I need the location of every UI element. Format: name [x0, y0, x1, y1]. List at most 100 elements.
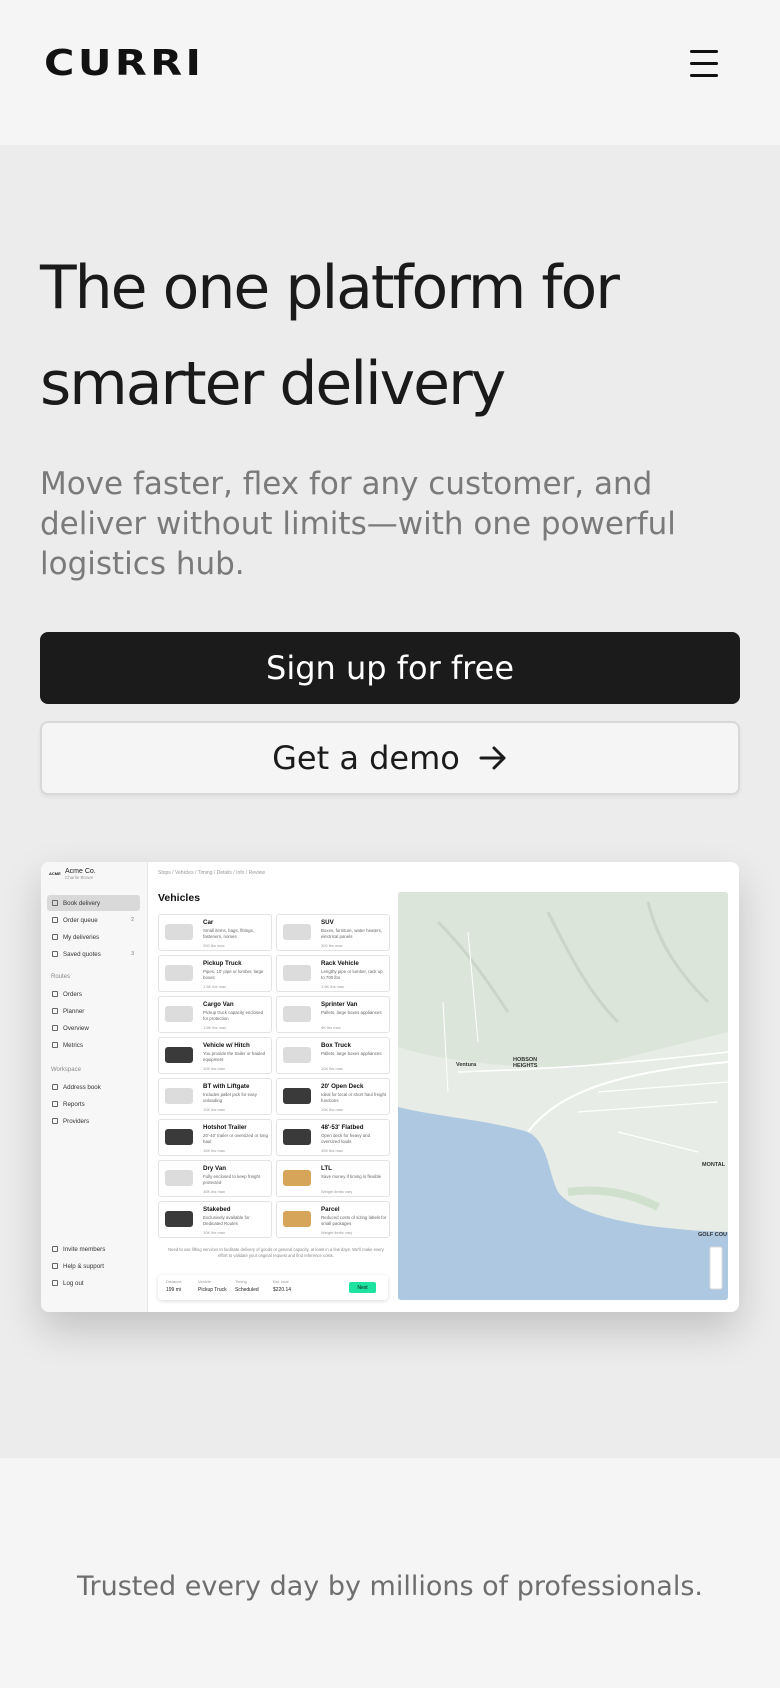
- sidebar-item-my-deliveries: My deliveries: [47, 929, 140, 945]
- vehicle-name: LTL: [321, 1165, 332, 1172]
- vehicle-name: BT with Liftgate: [203, 1083, 250, 1090]
- hero-subtitle: Move faster, flex for any customer, and …: [40, 466, 676, 582]
- vehicle-card: Sprinter Van Pallets, large boxes applian…: [276, 996, 390, 1033]
- vehicle-capacity: 10K lbs max: [203, 1107, 226, 1112]
- vehicle-name: Sprinter Van: [321, 1001, 358, 1008]
- vehicle-name: Hotshot Trailer: [203, 1124, 247, 1131]
- sidebar-label: Book delivery: [63, 899, 101, 907]
- sidebar-label: Reports: [63, 1100, 85, 1108]
- vehicle-col: Vehicle Pickup Truck: [198, 1279, 227, 1293]
- vehicle-name: Pickup Truck: [203, 960, 242, 967]
- map-label-golf: GOLF COU: [698, 1232, 728, 1238]
- vehicle-card: Hotshot Trailer 20'-40' trailer or oversi…: [158, 1119, 272, 1156]
- routes-section-label: Routes: [51, 974, 71, 980]
- sign-up-button[interactable]: Sign up for free: [40, 632, 740, 704]
- timing-col: Timing Scheduled: [235, 1279, 259, 1293]
- total-col: Est. total $220.14: [273, 1279, 291, 1293]
- vehicle-description: Reduced costs of sizing labels for small…: [321, 1215, 387, 1226]
- vehicle-capacity: 10K lbs max: [321, 1066, 344, 1071]
- sidebar-item-providers: Providers: [47, 1113, 140, 1129]
- vehicle-name: Stakebed: [203, 1206, 231, 1213]
- vehicle-name: Box Truck: [321, 1042, 351, 1049]
- vehicle-capacity: 45K lbs max: [203, 1189, 226, 1194]
- vehicle-capacity: 300 lbs max: [321, 943, 343, 948]
- sidebar-item-invite-members: Invite members: [47, 1241, 140, 1257]
- org-switcher: Acme Co. Charlie Brown: [65, 868, 96, 880]
- vehicle-capacity: 45K lbs max: [321, 1148, 344, 1153]
- vehicle-image: [165, 1129, 193, 1145]
- sidebar-label: Saved quotes: [63, 950, 101, 958]
- hero-title-line2: smarter delivery: [40, 349, 506, 419]
- route-map: Ventura HOBSON HEIGHTS MONTAL GOLF COU: [398, 892, 728, 1300]
- sidebar-label: Address book: [63, 1083, 101, 1091]
- vehicle-image: [283, 1088, 311, 1104]
- col-value: Pickup Truck: [198, 1287, 227, 1293]
- map-label-montal: MONTAL: [702, 1162, 726, 1168]
- vehicle-image: [283, 1006, 311, 1022]
- vehicle-card: Box Truck Pallets, large boxes appliances…: [276, 1037, 390, 1074]
- vehicle-name: Parcel: [321, 1206, 340, 1213]
- sidebar-item-help: Help & support: [47, 1258, 140, 1274]
- vehicle-card: 20' Open Deck Ideal for local or short ha…: [276, 1078, 390, 1115]
- curri-logo[interactable]: CURRI: [44, 44, 204, 84]
- vehicle-image: [165, 1006, 193, 1022]
- get-demo-button[interactable]: Get a demo: [40, 721, 740, 795]
- vehicle-capacity: 4K lbs max: [321, 1025, 341, 1030]
- sidebar-label: Metrics: [63, 1041, 83, 1049]
- vehicle-name: 48'-53' Flatbed: [321, 1124, 364, 1131]
- vehicle-description: Small items, bags, fittings, fasteners, …: [203, 928, 254, 939]
- vehicle-description: 20'-40' trailer or oversized or long hau…: [203, 1133, 268, 1144]
- vehicle-card: Parcel Reduced costs of sizing labels for…: [276, 1201, 390, 1238]
- vehicle-description: You provide the trailer or hauled equipm…: [203, 1051, 266, 1062]
- hamburger-menu-icon[interactable]: [684, 44, 724, 84]
- get-demo-label: Get a demo: [272, 739, 460, 777]
- vehicle-description: Open deck for heavy and oversized loads: [321, 1133, 371, 1144]
- vehicle-name: Vehicle w/ Hitch: [203, 1042, 250, 1049]
- sidebar-item-order-queue: Order queue 2: [47, 912, 140, 928]
- app-main: Stops / Vehicles / Timing / Details / In…: [148, 862, 739, 1312]
- sidebar-label: Invite members: [63, 1245, 106, 1253]
- vehicle-image: [165, 1170, 193, 1186]
- vehicle-image: [283, 1129, 311, 1145]
- vehicles-title: Vehicles: [158, 892, 201, 904]
- vehicle-description: Exclusively available for Dedicated Rout…: [203, 1215, 250, 1226]
- col-label: Vehicle: [198, 1279, 211, 1284]
- vehicle-note: Need to use lifting services to facilita…: [168, 1247, 384, 1258]
- vehicle-capacity: 1.5K lbs max: [203, 1025, 227, 1030]
- map-graphic: [398, 892, 728, 1300]
- sidebar-label: Overview: [63, 1024, 89, 1032]
- distance-col: Distance 199 mi: [166, 1279, 182, 1293]
- sidebar-item-log-out: Log out: [47, 1275, 140, 1291]
- vehicle-card: Rack Vehicle Lengthy pipe or lumber, rack…: [276, 955, 390, 992]
- vehicle-name: Rack Vehicle: [321, 960, 359, 967]
- vehicle-name: SUV: [321, 919, 334, 926]
- vehicle-image: [165, 1211, 193, 1227]
- vehicle-name: Dry Van: [203, 1165, 227, 1172]
- vehicle-image: [165, 965, 193, 981]
- map-label-ventura: Ventura: [456, 1062, 477, 1068]
- sidebar-label: Orders: [63, 990, 82, 998]
- vehicle-card: Car Small items, bags, fittings, fastener…: [158, 914, 272, 951]
- vehicle-image: [283, 1047, 311, 1063]
- vehicle-capacity: 10K lbs max: [203, 1066, 226, 1071]
- trusted-tagline: Trusted every day by millions of profess…: [77, 1571, 703, 1602]
- org-user: Charlie Brown: [65, 875, 94, 880]
- workspace-section-label: Workspace: [51, 1067, 81, 1073]
- vehicle-capacity: 1.5K lbs max: [203, 984, 227, 989]
- vehicle-image: [283, 1170, 311, 1186]
- vehicle-card: Cargo Van Pickup truck capacity enclosed …: [158, 996, 272, 1033]
- vehicle-image: [283, 965, 311, 981]
- sidebar-label: Log out: [63, 1279, 84, 1287]
- vehicle-description: Fully enclosed to keep freight protected: [203, 1174, 261, 1185]
- org-name: Acme Co.: [65, 868, 96, 875]
- vehicle-image: [165, 924, 193, 940]
- vehicle-capacity: 10K lbs max: [203, 1230, 226, 1235]
- sidebar-item-address-book: Address book: [47, 1079, 140, 1095]
- vehicle-card: Pickup Truck Pipes, 10' pipe or lumber, l…: [158, 955, 272, 992]
- sidebar-item-book-delivery: Book delivery: [47, 895, 140, 911]
- col-value: 199 mi: [166, 1287, 182, 1293]
- vehicle-image: [165, 1047, 193, 1063]
- vehicle-capacity: 1.5K lbs max: [321, 984, 345, 989]
- col-label: Est. total: [273, 1279, 289, 1284]
- vehicle-capacity: Weight limits vary: [321, 1230, 353, 1235]
